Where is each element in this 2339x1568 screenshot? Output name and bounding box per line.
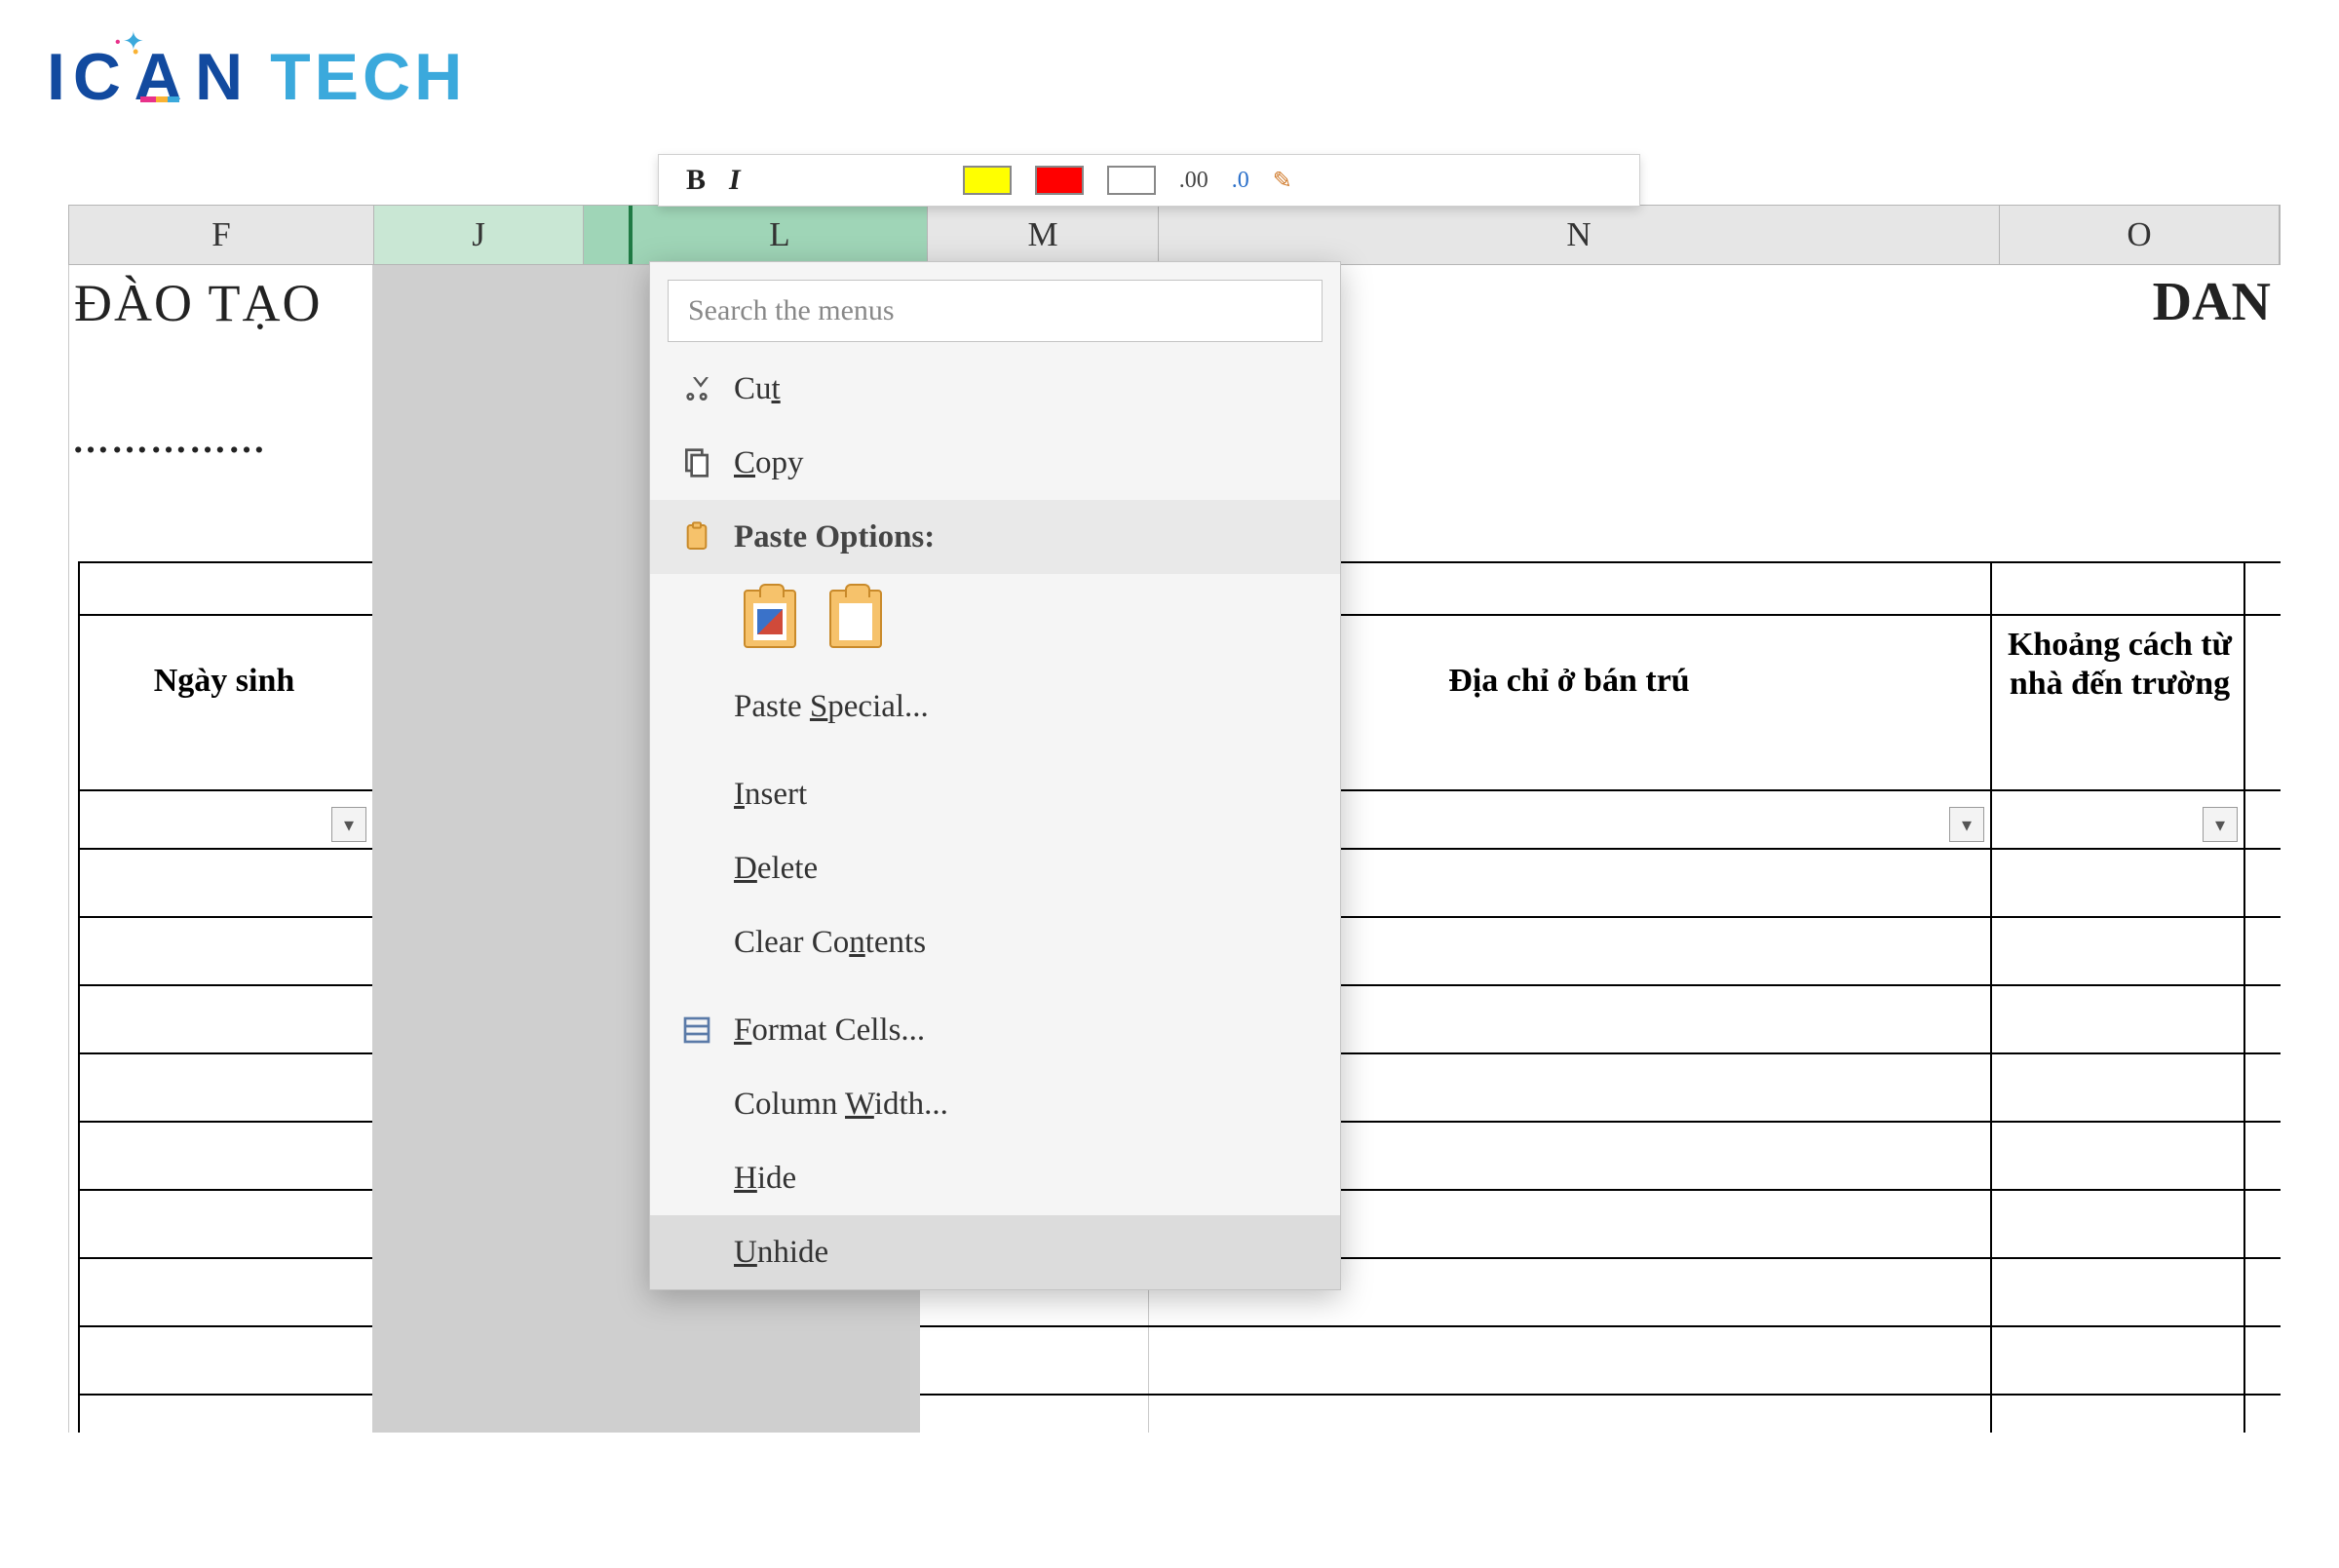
menu-search-input[interactable]: Search the menus [668,280,1323,342]
excel-window: B I .00 .0 ✎ F J L M N O ĐÀO TẠO DAN ………… [68,175,2281,1433]
format-cells-icon [670,1014,724,1046]
menu-item-paste-options: Paste Options: [650,500,1340,574]
menu-item-format-cells[interactable]: Format Cells... [650,993,1340,1067]
format-painter-icon[interactable]: ✎ [1273,167,1292,195]
italic-button[interactable]: I [729,164,741,197]
bold-button[interactable]: B [686,164,706,197]
menu-label: Column Width... [724,1087,948,1123]
menu-label: Paste Options: [724,519,935,555]
column-header-L[interactable]: L [633,206,928,264]
paste-values-icon[interactable] [829,590,882,648]
menu-item-copy[interactable]: Copy [650,426,1340,500]
copy-icon [670,447,724,478]
column-header-J[interactable]: J [374,206,584,264]
menu-label: Delete [724,851,818,887]
menu-label: Paste Special... [724,689,929,725]
filter-button[interactable] [2203,807,2238,842]
border-button[interactable] [1107,166,1156,195]
column-header-hidden[interactable] [584,206,633,264]
column-header-M[interactable]: M [928,206,1159,264]
menu-item-hide[interactable]: Hide [650,1141,1340,1215]
paste-icon[interactable] [744,590,796,648]
clipboard-icon [670,521,724,553]
decrease-decimal-button[interactable]: .00 [1179,168,1208,194]
filter-button[interactable] [331,807,366,842]
menu-item-paste-special[interactable]: Paste Special... [650,669,1340,744]
logo-letter: I [47,44,67,110]
menu-item-unhide[interactable]: Unhide [650,1215,1340,1289]
menu-label: Format Cells... [724,1013,925,1049]
header-ngay-sinh: Ngày sinh [78,663,370,700]
spark-dot-icon: • [115,34,121,52]
scissors-icon [670,373,724,404]
menu-label: Hide [724,1161,796,1197]
logo-letter: N [195,44,247,110]
header-khoang-cach: Khoảng cách từ nhà đến trường [2000,626,2240,704]
menu-item-clear-contents[interactable]: Clear Contents [650,905,1340,979]
menu-label: Insert [724,777,807,813]
menu-label: Clear Contents [724,925,926,961]
logo-tech: TECH [270,44,466,110]
logo-letter: C [73,44,125,110]
menu-item-cut[interactable]: Cut [650,352,1340,426]
column-header-N[interactable]: N [1159,206,2000,264]
increase-decimal-button[interactable]: .0 [1232,168,1249,194]
column-header-F[interactable]: F [69,206,374,264]
column-header-O[interactable]: O [2000,206,2280,264]
logo-letter: A [131,44,189,110]
fill-color-swatch[interactable] [963,166,1012,195]
column-header-row: F J L M N O [68,205,2281,265]
paste-options-icons [650,574,1340,669]
menu-label: Unhide [724,1235,828,1271]
menu-label: Copy [724,445,804,481]
context-menu: Search the menus Cut Copy Paste Options: [649,261,1341,1290]
mini-toolbar: B I .00 .0 ✎ [658,154,1640,207]
menu-item-insert[interactable]: Insert [650,757,1340,831]
font-color-swatch[interactable] [1035,166,1084,195]
menu-item-delete[interactable]: Delete [650,831,1340,905]
app-logo: ✦ • • I C A N TECH [47,44,466,110]
menu-item-column-width[interactable]: Column Width... [650,1067,1340,1141]
menu-label: Cut [724,371,781,407]
filter-button[interactable] [1949,807,1984,842]
